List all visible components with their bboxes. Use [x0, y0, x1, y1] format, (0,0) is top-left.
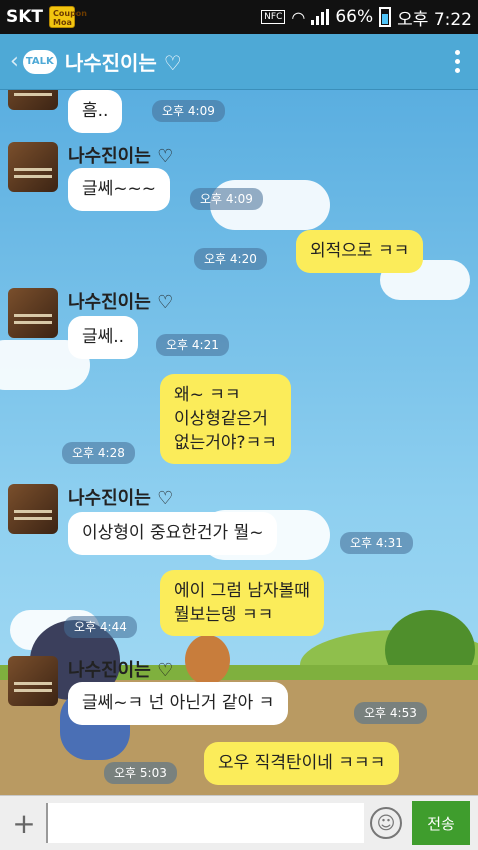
- message-time: 오후 5:03: [104, 762, 177, 784]
- message-time: 오후 4:21: [156, 334, 229, 356]
- wifi-icon: ◠: [291, 7, 306, 27]
- coupon-moa-icon: Coupon Moa: [49, 6, 87, 28]
- message-bubble: 글쎄~ㅋ 넌 아닌거 같아 ㅋ: [68, 682, 289, 725]
- attach-plus-icon[interactable]: +: [8, 807, 40, 840]
- kakaotalk-logo[interactable]: TALK: [22, 49, 57, 74]
- sender-name: 나수진이는 ♡: [68, 146, 174, 167]
- sender-name: 나수진이는 ♡: [68, 292, 174, 313]
- battery-percent: 66%: [335, 7, 374, 27]
- message-line: 왜~ ㅋㅋ: [174, 385, 241, 405]
- message-line: 없는거야?ㅋㅋ: [174, 433, 277, 453]
- chat-area[interactable]: 흠.. 오후 4:09 나수진이는 ♡ 글쎄~~~ 오후 4:09 외적으로 ㅋ…: [0, 90, 478, 795]
- lion-character-illustration: [185, 635, 230, 685]
- message-time: 오후 4:28: [62, 442, 135, 464]
- back-chevron-icon[interactable]: ‹: [10, 49, 19, 74]
- message-bubble: 이상형이 중요한건가 뭘~: [68, 512, 278, 555]
- status-bar: SKT Coupon Moa NFC ◠ 66% 오후 7:22: [0, 0, 478, 34]
- message-line: 뭘보는뎅 ㅋㅋ: [174, 605, 274, 625]
- message-time: 오후 4:09: [190, 188, 263, 210]
- message-time: 오후 4:53: [354, 702, 427, 724]
- message-line: 이상형같은거: [174, 409, 268, 429]
- message-bubble: 외적으로 ㅋㅋ: [296, 230, 424, 273]
- chat-title: 나수진이는 ♡: [64, 51, 182, 75]
- carrier-name: SKT: [6, 7, 44, 27]
- message-input-bar: + ☺ 전송: [0, 795, 478, 850]
- send-button[interactable]: 전송: [412, 801, 470, 845]
- message-bubble: 글쎄~~~: [68, 168, 171, 211]
- message-input[interactable]: [46, 803, 364, 843]
- battery-icon: [379, 7, 392, 27]
- avatar[interactable]: [8, 288, 58, 338]
- sender-name: 나수진이는 ♡: [68, 488, 174, 509]
- chat-header: ‹ TALK 나수진이는 ♡: [0, 34, 478, 90]
- emoticon-icon[interactable]: ☺: [370, 807, 402, 839]
- message-time: 오후 4:31: [340, 532, 413, 554]
- message-bubble: 에이 그럼 남자볼때 뭘보는뎅 ㅋㅋ: [160, 570, 324, 636]
- avatar[interactable]: [8, 484, 58, 534]
- message-bubble: 오우 직격탄이네 ㅋㅋㅋ: [204, 742, 400, 785]
- avatar[interactable]: [8, 142, 58, 192]
- message-bubble: 흠..: [68, 90, 123, 133]
- message-bubble: 왜~ ㅋㅋ 이상형같은거 없는거야?ㅋㅋ: [160, 374, 291, 464]
- message-time: 오후 4:20: [194, 248, 267, 270]
- message-line: 에이 그럼 남자볼때: [174, 581, 310, 601]
- more-menu-icon[interactable]: [447, 50, 468, 73]
- sender-name: 나수진이는 ♡: [68, 660, 174, 681]
- avatar[interactable]: [8, 656, 58, 706]
- message-time: 오후 4:09: [152, 100, 225, 122]
- avatar[interactable]: [8, 90, 58, 110]
- message-time: 오후 4:44: [64, 616, 137, 638]
- message-bubble: 글쎄..: [68, 316, 139, 359]
- nfc-icon: NFC: [261, 10, 286, 24]
- clock: 오후 7:22: [397, 9, 472, 30]
- signal-icon: [311, 9, 330, 25]
